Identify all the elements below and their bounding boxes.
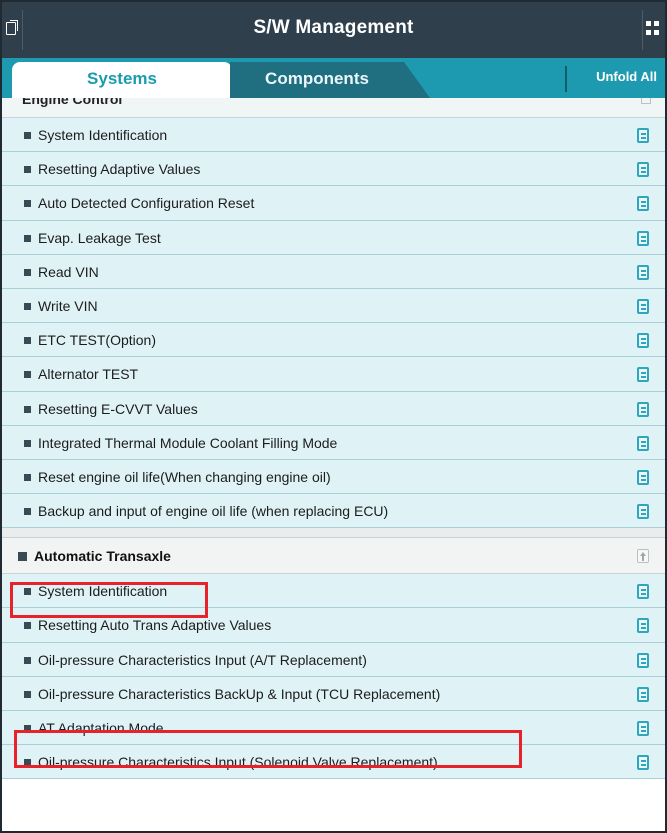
group-label: Engine Control xyxy=(22,98,123,107)
tab-bar: Systems Components Unfold All xyxy=(2,58,665,98)
list-item[interactable]: Read VIN xyxy=(2,254,665,289)
bullet-icon xyxy=(24,473,31,481)
list-item[interactable]: Backup and input of engine oil life (whe… xyxy=(2,494,665,529)
list-item[interactable]: ETC TEST(Option) xyxy=(2,323,665,358)
title-divider-right xyxy=(642,10,643,50)
list-item[interactable]: Reset engine oil life(When changing engi… xyxy=(2,459,665,495)
app-window: S/W Management Systems Components Unfold… xyxy=(0,0,667,833)
document-icon[interactable] xyxy=(637,652,649,668)
document-icon[interactable] xyxy=(637,264,649,280)
group-label: Automatic Transaxle xyxy=(34,548,171,565)
item-label: Oil-pressure Characteristics Input (Sole… xyxy=(38,754,438,771)
bullet-icon xyxy=(24,337,31,345)
tab-separator xyxy=(565,66,567,92)
item-label: Oil-pressure Characteristics Input (A/T … xyxy=(38,651,367,668)
item-label: Write VIN xyxy=(38,297,98,314)
bullet-icon xyxy=(24,622,31,630)
system-list: Engine Control System Identification Res… xyxy=(2,98,665,780)
item-label: Backup and input of engine oil life (whe… xyxy=(38,503,389,520)
item-label: Integrated Thermal Module Coolant Fillin… xyxy=(38,434,338,451)
item-label: Reset engine oil life(When changing engi… xyxy=(38,468,331,485)
document-icon[interactable] xyxy=(637,128,649,143)
document-icon[interactable] xyxy=(637,584,649,600)
item-label: AT Adaptation Mode xyxy=(38,720,164,736)
item-label: Auto Detected Configuration Reset xyxy=(38,195,255,212)
document-icon[interactable] xyxy=(637,435,649,451)
list-item[interactable]: Integrated Thermal Module Coolant Fillin… xyxy=(2,425,665,460)
list-item[interactable]: Oil-pressure Characteristics Input (Sole… xyxy=(2,745,665,780)
group-header-engine-control[interactable]: Engine Control xyxy=(2,98,665,118)
list-item[interactable]: Resetting Auto Trans Adaptive Values xyxy=(2,608,665,643)
tab-systems[interactable]: Systems xyxy=(12,62,266,98)
item-label: Read VIN xyxy=(38,263,99,280)
bullet-icon xyxy=(24,725,31,732)
document-icon[interactable] xyxy=(637,298,649,314)
document-icon[interactable] xyxy=(637,755,649,771)
list-item[interactable]: Evap. Leakage Test xyxy=(2,220,665,255)
document-icon[interactable] xyxy=(637,230,649,246)
document-icon[interactable] xyxy=(637,367,649,383)
grid-menu-icon[interactable] xyxy=(646,21,659,35)
bullet-icon xyxy=(24,508,31,516)
bullet-icon xyxy=(24,759,31,767)
bullet-icon xyxy=(24,371,31,379)
item-label: Resetting E-CVVT Values xyxy=(38,400,198,417)
document-icon[interactable] xyxy=(637,504,649,520)
title-bar: S/W Management xyxy=(2,2,665,58)
document-icon[interactable] xyxy=(637,686,649,702)
document-icon[interactable] xyxy=(637,162,649,178)
bullet-icon xyxy=(24,439,31,447)
tab-components[interactable]: Components xyxy=(230,62,430,98)
list-item[interactable]: Alternator TEST xyxy=(2,357,665,392)
list-item[interactable]: System Identification xyxy=(2,118,665,153)
bullet-icon xyxy=(24,405,31,413)
bullet-icon xyxy=(24,588,31,596)
list-item[interactable]: Oil-pressure Characteristics BackUp & In… xyxy=(2,676,665,711)
document-icon[interactable] xyxy=(637,196,649,212)
bullet-icon xyxy=(24,200,31,208)
document-icon[interactable] xyxy=(637,618,649,634)
item-label: Resetting Auto Trans Adaptive Values xyxy=(38,617,272,634)
page-title: S/W Management xyxy=(253,17,414,38)
item-label: ETC TEST(Option) xyxy=(38,332,156,349)
bullet-icon xyxy=(24,234,31,242)
document-icon[interactable] xyxy=(637,401,649,417)
item-label: Resetting Adaptive Values xyxy=(38,161,201,178)
document-icon[interactable] xyxy=(637,333,649,349)
collapse-up-icon[interactable] xyxy=(637,549,649,564)
document-icon[interactable] xyxy=(637,721,649,736)
list-item[interactable]: Write VIN xyxy=(2,288,665,324)
bullet-icon xyxy=(24,302,31,310)
unfold-all-button[interactable]: Unfold All xyxy=(596,69,657,84)
bullet-icon xyxy=(24,690,31,698)
item-label: System Identification xyxy=(38,127,168,143)
list-item[interactable]: Oil-pressure Characteristics Input (A/T … xyxy=(2,642,665,677)
group-header-automatic-transaxle[interactable]: Automatic Transaxle xyxy=(2,538,665,575)
bullet-icon xyxy=(24,132,31,139)
list-item[interactable]: Auto Detected Configuration Reset xyxy=(2,186,665,221)
bullet-icon xyxy=(24,656,31,664)
group-spacer xyxy=(2,528,665,539)
list-item[interactable]: Resetting Adaptive Values xyxy=(2,152,665,187)
document-icon[interactable] xyxy=(637,469,649,485)
item-label: Alternator TEST xyxy=(38,366,139,383)
bullet-icon xyxy=(24,166,31,174)
item-label: Oil-pressure Characteristics BackUp & In… xyxy=(38,685,441,702)
item-label: System Identification xyxy=(38,583,168,600)
item-label: Evap. Leakage Test xyxy=(38,229,161,246)
list-item[interactable]: AT Adaptation Mode xyxy=(2,711,665,746)
fold-icon[interactable] xyxy=(641,98,651,104)
list-item[interactable]: System Identification xyxy=(2,574,665,609)
bullet-icon xyxy=(24,268,31,276)
list-item[interactable]: Resetting E-CVVT Values xyxy=(2,391,665,426)
group-bullet-icon xyxy=(18,552,27,562)
